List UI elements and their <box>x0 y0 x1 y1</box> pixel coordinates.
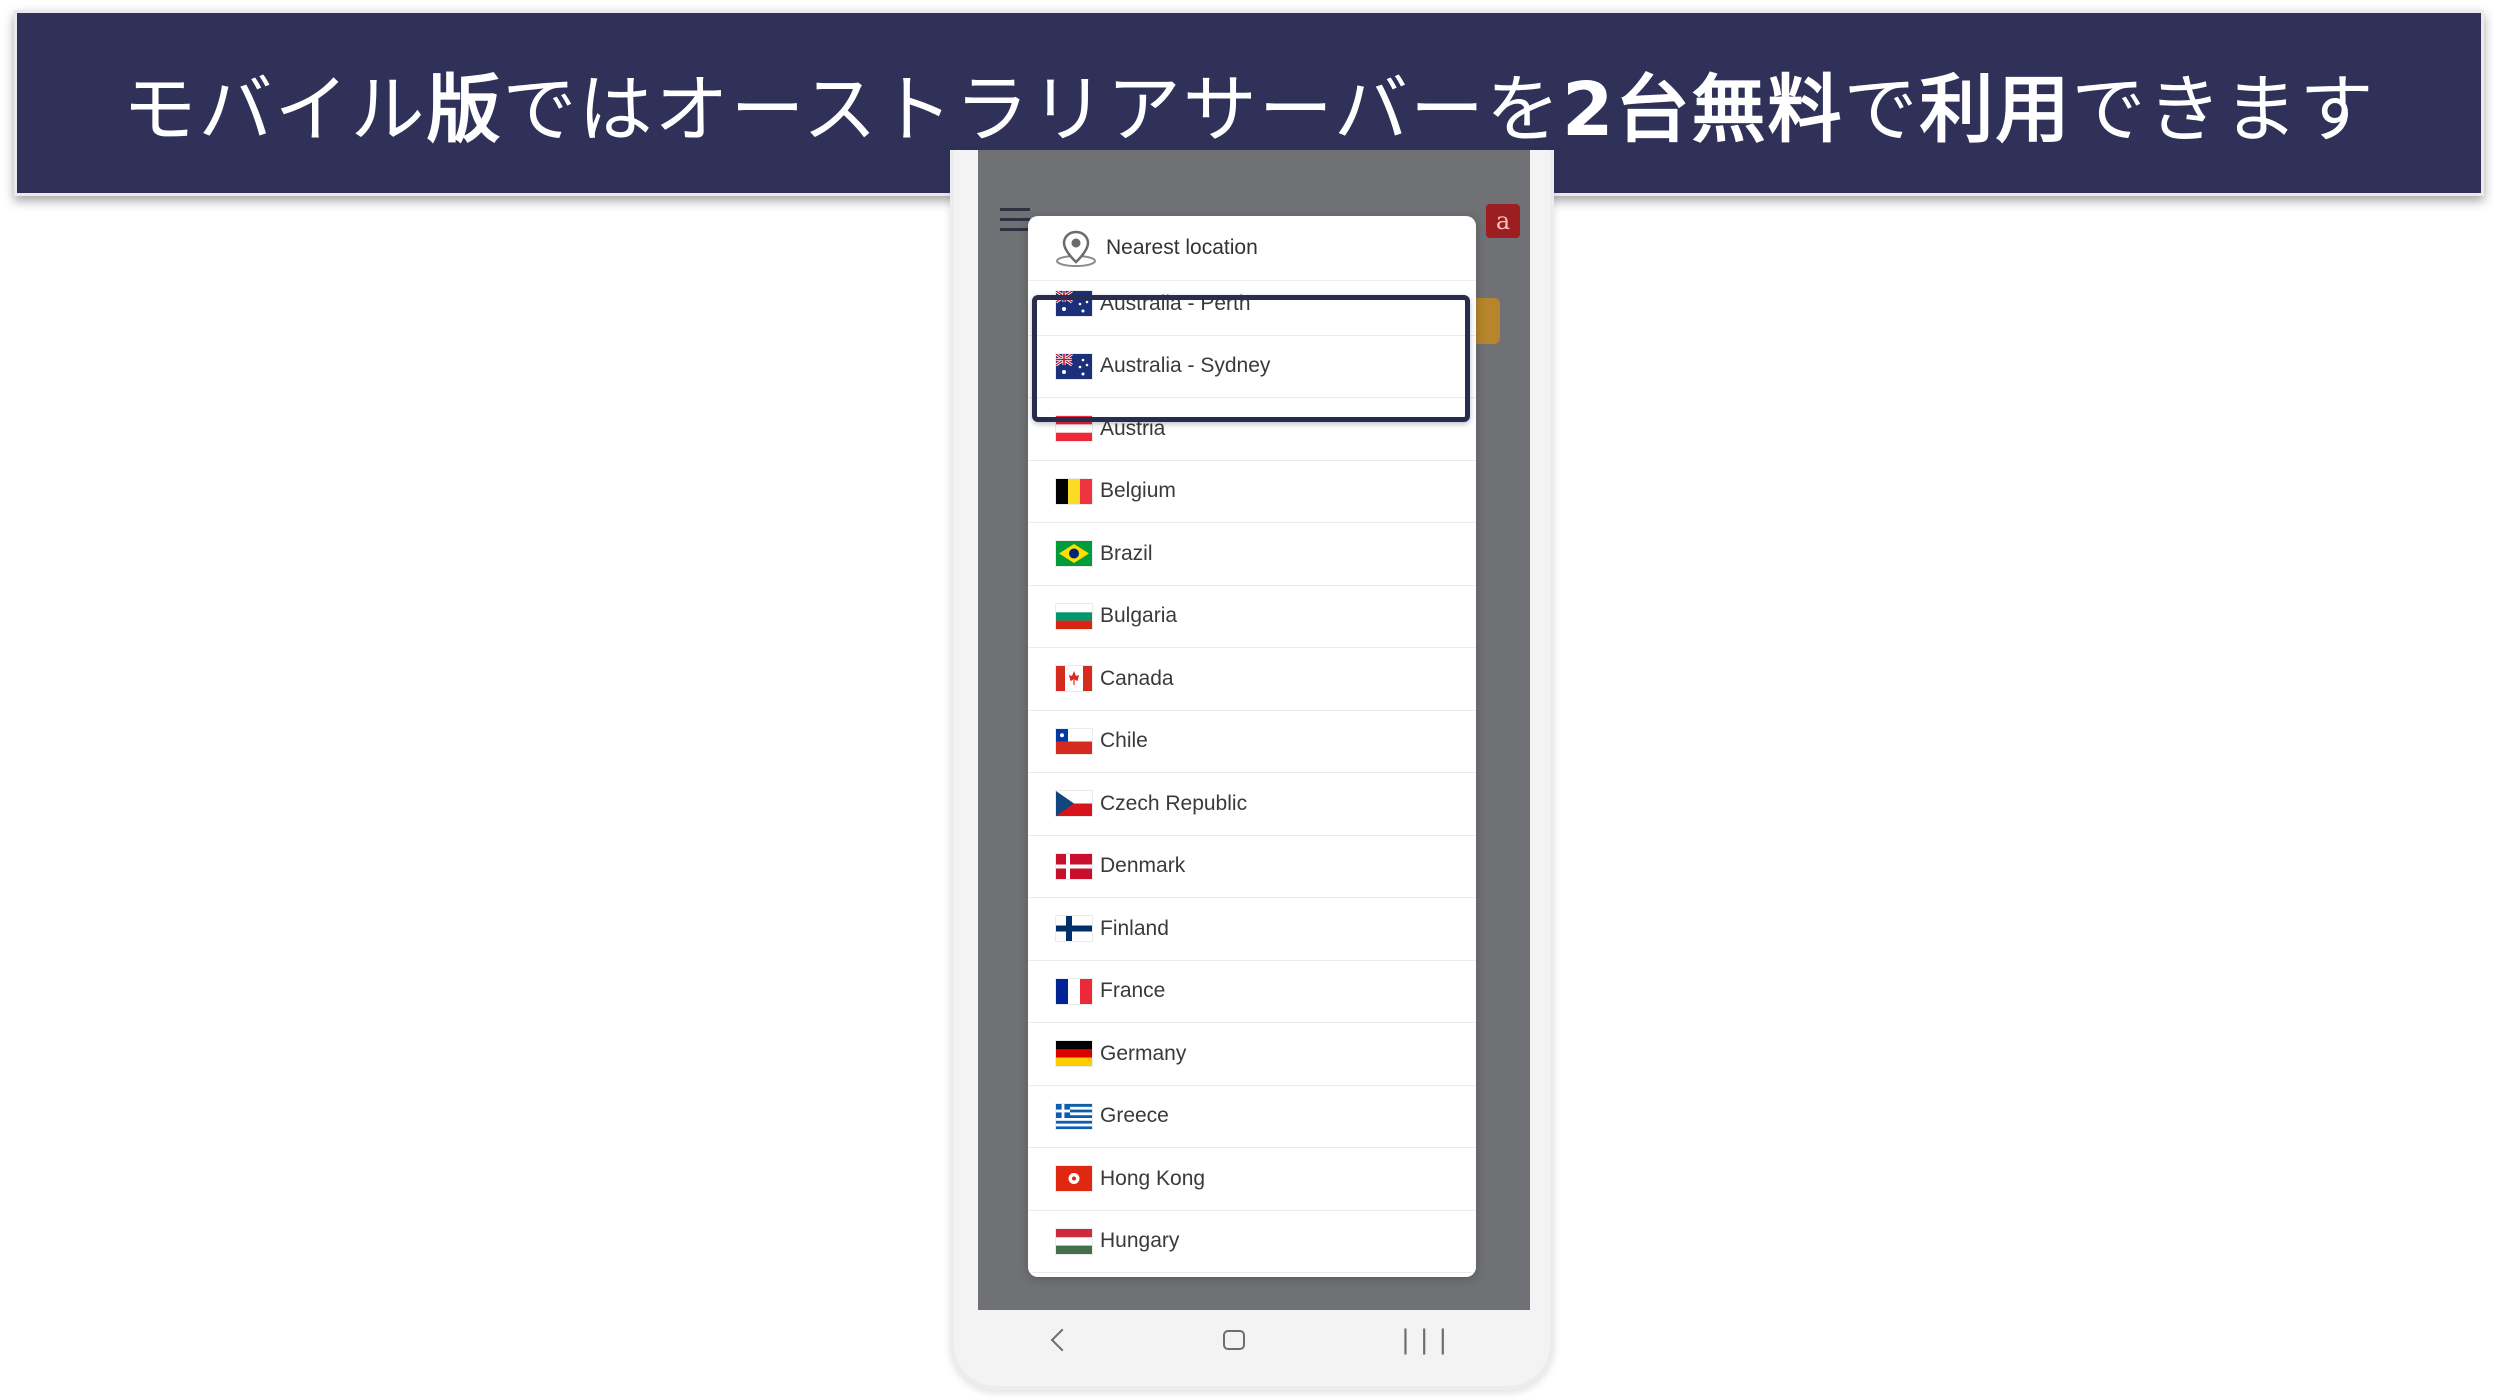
dk-flag-icon <box>1056 853 1092 879</box>
nearest-location-label: Nearest location <box>1106 236 1258 259</box>
location-pin-icon <box>1056 230 1096 267</box>
banner-bold-1: 版 <box>426 66 503 153</box>
be-flag-icon <box>1056 478 1092 504</box>
country-label: Germany <box>1100 1041 1187 1065</box>
cz-flag-icon <box>1056 791 1092 817</box>
country-label: Czech Republic <box>1100 791 1248 815</box>
app-logo-icon: a <box>1486 204 1520 238</box>
country-option[interactable]: Denmark <box>1028 836 1476 898</box>
country-option[interactable]: Chile <box>1028 711 1476 773</box>
country-label: Belgium <box>1100 479 1176 503</box>
banner-bold-3: 利用 <box>1919 66 2072 153</box>
country-label: Denmark <box>1100 854 1186 878</box>
country-option[interactable]: Greece <box>1028 1086 1476 1148</box>
recent-apps-icon[interactable]: ||| <box>1398 1325 1454 1355</box>
hu-flag-icon <box>1056 1228 1092 1254</box>
back-icon[interactable] <box>1051 1328 1074 1352</box>
country-option[interactable]: Finland <box>1028 898 1476 961</box>
cl-flag-icon <box>1056 728 1092 754</box>
banner-text-2: ではオーストラリアサーバーを <box>502 66 1563 153</box>
banner-bold-2: 2台無料 <box>1562 66 1844 153</box>
country-label: Bulgaria <box>1100 604 1178 628</box>
nearest-location-option[interactable]: Nearest location <box>1028 216 1476 281</box>
country-option[interactable]: Hungary <box>1028 1211 1476 1273</box>
hamburger-menu-icon[interactable] <box>1000 208 1030 232</box>
android-nav-bar: ||| <box>978 1310 1530 1370</box>
country-label: France <box>1100 979 1166 1003</box>
hk-flag-icon <box>1056 1166 1092 1192</box>
country-label: Chile <box>1100 729 1148 753</box>
country-label: Canada <box>1100 666 1174 690</box>
de-flag-icon <box>1056 1041 1092 1067</box>
country-label: Hong Kong <box>1100 1166 1206 1190</box>
banner-text-1: モバイル <box>122 66 427 153</box>
country-label: Greece <box>1100 1104 1169 1128</box>
country-label: Hungary <box>1100 1229 1180 1253</box>
country-option[interactable]: Bulgaria <box>1028 586 1476 648</box>
ca-flag-icon <box>1056 666 1092 692</box>
australia-highlight-box <box>1032 295 1470 422</box>
country-option[interactable]: Brazil <box>1028 523 1476 586</box>
banner-text-4: できます <box>2071 66 2376 153</box>
country-option[interactable]: Hong Kong <box>1028 1148 1476 1211</box>
country-label: Finland <box>1100 916 1169 940</box>
country-option[interactable]: Belgium <box>1028 461 1476 523</box>
country-label: Brazil <box>1100 541 1153 565</box>
fi-flag-icon <box>1056 916 1092 942</box>
gr-flag-icon <box>1056 1103 1092 1129</box>
fr-flag-icon <box>1056 978 1092 1004</box>
country-option[interactable]: Canada <box>1028 648 1476 711</box>
country-option[interactable]: Czech Republic <box>1028 773 1476 836</box>
country-option[interactable]: France <box>1028 961 1476 1023</box>
country-option[interactable]: Germany <box>1028 1023 1476 1086</box>
banner-text-3: で <box>1843 66 1920 153</box>
br-flag-icon <box>1056 541 1092 567</box>
bg-flag-icon <box>1056 603 1092 629</box>
home-icon[interactable] <box>1223 1330 1245 1350</box>
country-list: Australia - Perth Australia - Sydney Austr… <box>1028 273 1476 1273</box>
